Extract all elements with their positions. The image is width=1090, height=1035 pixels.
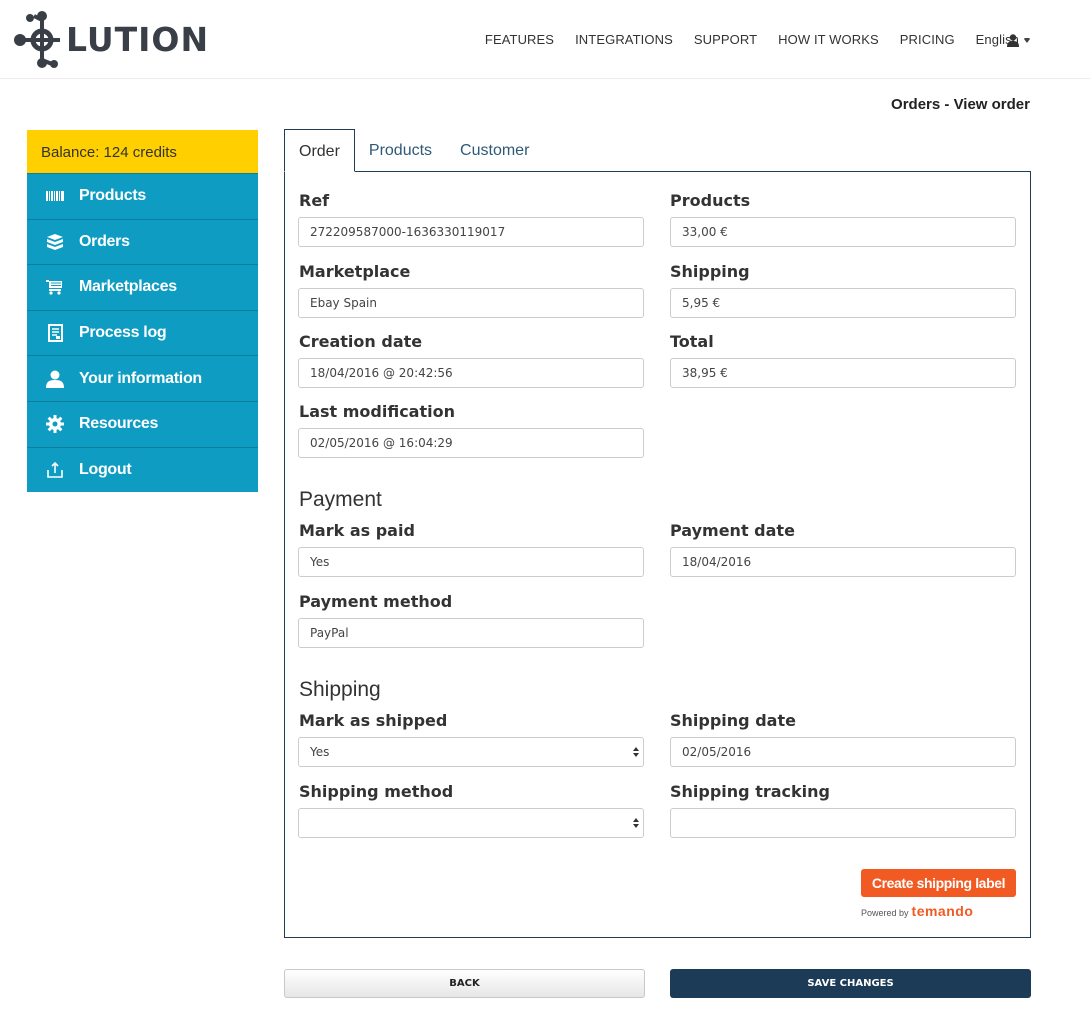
select-arrows-icon <box>633 818 639 828</box>
temando-logo: temando <box>911 903 974 919</box>
create-shipping-label-button[interactable]: Create shipping label <box>861 869 1016 897</box>
shipping-tracking-field[interactable] <box>670 808 1016 838</box>
products-total-field[interactable]: 33,00 € <box>670 217 1016 247</box>
shipping-method-label: Shipping method <box>299 782 454 801</box>
last-modification-label: Last modification <box>299 402 455 421</box>
sidebar-item-label: Logout <box>79 460 132 478</box>
logout-icon <box>45 461 65 479</box>
sidebar-item-process-log[interactable]: Process log <box>27 309 258 356</box>
mark-as-paid-field[interactable]: Yes <box>298 547 644 577</box>
select-arrows-icon <box>633 747 639 757</box>
creation-date-label: Creation date <box>299 332 423 351</box>
gear-icon <box>45 415 65 434</box>
user-menu[interactable] <box>1007 32 1030 48</box>
sidebar-item-label: Your information <box>79 369 202 387</box>
ref-field[interactable]: 272209587000-1636330119017 <box>298 217 644 247</box>
last-modification-field[interactable]: 02/05/2016 @ 16:04:29 <box>298 428 644 458</box>
sidebar-item-label: Marketplaces <box>79 278 177 296</box>
nav-pricing[interactable]: PRICING <box>900 32 955 47</box>
save-changes-button[interactable]: SAVE CHANGES <box>670 969 1031 998</box>
payment-date-field[interactable]: 18/04/2016 <box>670 547 1016 577</box>
mark-as-shipped-value: Yes <box>310 745 330 759</box>
sidebar: Balance: 124 credits Products Orders Mar… <box>27 130 258 493</box>
logo-molecule-icon <box>14 11 60 68</box>
log-icon <box>45 324 65 343</box>
nav-features[interactable]: FEATURES <box>485 32 554 47</box>
total-field[interactable]: 38,95 € <box>670 358 1016 388</box>
products-total-label: Products <box>670 191 751 210</box>
logo-text: LUTION <box>66 19 210 59</box>
tab-customer[interactable]: Customer <box>446 129 543 172</box>
sidebar-item-label: Orders <box>79 232 130 250</box>
page-title: Orders - View order <box>891 96 1030 113</box>
payment-method-label: Payment method <box>299 592 453 611</box>
shipping-section-title: Shipping <box>299 678 381 701</box>
order-panel: Ref 272209587000-1636330119017 Products … <box>284 171 1031 938</box>
boxes-icon <box>45 233 65 251</box>
mark-as-paid-label: Mark as paid <box>299 521 415 540</box>
creation-date-field[interactable]: 18/04/2016 @ 20:42:56 <box>298 358 644 388</box>
mark-as-shipped-label: Mark as shipped <box>299 711 448 730</box>
sidebar-item-orders[interactable]: Orders <box>27 218 258 265</box>
payment-section-title: Payment <box>299 488 382 511</box>
main-nav: FEATURES INTEGRATIONS SUPPORT HOW IT WOR… <box>464 32 1030 47</box>
powered-by-temando: Powered by temando <box>861 903 973 919</box>
nav-support[interactable]: SUPPORT <box>694 32 757 47</box>
shipping-cost-label: Shipping <box>670 262 750 281</box>
sidebar-item-marketplaces[interactable]: Marketplaces <box>27 264 258 310</box>
total-label: Total <box>670 332 714 351</box>
sidebar-item-products[interactable]: Products <box>27 173 258 219</box>
back-button[interactable]: BACK <box>284 969 645 998</box>
sidebar-item-logout[interactable]: Logout <box>27 446 258 493</box>
tab-products[interactable]: Products <box>355 129 446 172</box>
marketplace-label: Marketplace <box>299 262 411 281</box>
logo[interactable]: LUTION <box>12 8 209 70</box>
nav-how-it-works[interactable]: HOW IT WORKS <box>778 32 879 47</box>
shipping-cost-field[interactable]: 5,95 € <box>670 288 1016 318</box>
mark-as-shipped-select[interactable]: Yes <box>298 737 644 767</box>
sidebar-item-label: Resources <box>79 415 159 433</box>
shipping-tracking-label: Shipping tracking <box>670 782 830 801</box>
cart-icon <box>45 278 65 296</box>
sidebar-item-resources[interactable]: Resources <box>27 400 258 447</box>
sidebar-item-label: Products <box>79 187 146 205</box>
user-icon <box>45 370 65 388</box>
payment-method-field[interactable]: PayPal <box>298 618 644 648</box>
order-tabs: Order Products Customer <box>284 129 543 172</box>
top-navbar: LUTION FEATURES INTEGRATIONS SUPPORT HOW… <box>0 0 1090 79</box>
shipping-date-label: Shipping date <box>670 711 796 730</box>
shipping-method-select[interactable] <box>298 808 644 838</box>
nav-integrations[interactable]: INTEGRATIONS <box>575 32 673 47</box>
barcode-icon <box>45 187 65 205</box>
shipping-date-field[interactable]: 02/05/2016 <box>670 737 1016 767</box>
sidebar-item-label: Process log <box>79 324 167 342</box>
payment-date-label: Payment date <box>670 521 795 540</box>
user-icon <box>1007 33 1019 47</box>
powered-by-text: Powered by <box>861 908 909 918</box>
balance-badge: Balance: 124 credits <box>27 130 258 173</box>
marketplace-field[interactable]: Ebay Spain <box>298 288 644 318</box>
tab-order[interactable]: Order <box>284 129 355 172</box>
chevron-down-icon <box>1024 38 1030 42</box>
ref-label: Ref <box>299 191 330 210</box>
sidebar-item-your-information[interactable]: Your information <box>27 355 258 401</box>
